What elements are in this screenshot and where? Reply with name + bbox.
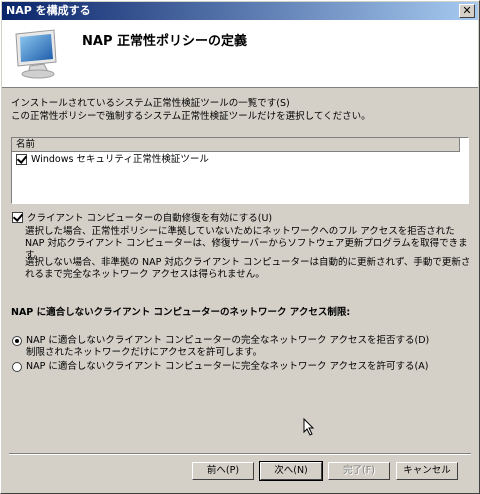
title-bar[interactable]: NAP を構成する ✕ <box>2 2 478 20</box>
page-title: NAP 正常性ポリシーの定義 <box>82 34 247 49</box>
button-separator <box>9 453 471 455</box>
dialog-window: NAP を構成する ✕ NAP 正常性ポリシーの定義 インストールされているシス… <box>0 0 480 494</box>
intro-line-1: インストールされているシステム正常性検証ツールの一覧です(S) <box>11 98 290 109</box>
deny-access-label: NAP に適合しないクライアント コンピューターの完全なネットワーク アクセスを… <box>26 335 430 346</box>
auto-remediation-option[interactable]: クライアント コンピューターの自動修復を有効にする(U) <box>12 210 272 224</box>
close-button[interactable]: ✕ <box>459 4 475 18</box>
cancel-button[interactable]: キャンセル <box>396 462 458 480</box>
allow-access-label: NAP に適合しないクライアント コンピューターに完全なネットワーク アクセスを… <box>26 361 429 372</box>
access-section-title: NAP に適合しないクライアント コンピューターのネットワーク アクセス制限: <box>11 307 351 318</box>
next-button[interactable]: 次へ(N) <box>259 461 323 481</box>
validator-list[interactable]: 名前 Windows セキュリティ正常性検証ツール <box>11 137 469 204</box>
intro-line-2: この正常性ポリシーで強制するシステム正常性検証ツールだけを選択してください。 <box>11 111 371 122</box>
monitor-icon <box>15 29 57 79</box>
column-header-name[interactable]: 名前 <box>12 138 460 152</box>
window-title: NAP を構成する <box>6 4 91 17</box>
mouse-pointer-icon <box>303 418 315 436</box>
intro-text: インストールされているシステム正常性検証ツールの一覧です(S) この正常性ポリシ… <box>11 97 471 123</box>
close-icon: ✕ <box>462 4 472 17</box>
list-item[interactable]: Windows セキュリティ正常性検証ツール <box>12 152 468 167</box>
list-item-label: Windows セキュリティ正常性検証ツール <box>31 154 209 165</box>
deny-access-sub: 制限されたネットワークだけにアクセスを許可します。 <box>26 347 263 358</box>
auto-remediation-checkbox[interactable] <box>12 211 23 223</box>
deny-access-radio[interactable] <box>12 336 22 346</box>
allow-access-option[interactable]: NAP に適合しないクライアント コンピューターに完全なネットワーク アクセスを… <box>12 361 428 373</box>
allow-access-radio[interactable] <box>12 362 22 372</box>
list-item-checkbox[interactable] <box>16 154 27 165</box>
prev-button[interactable]: 前へ(P) <box>192 462 254 480</box>
deny-access-option[interactable]: NAP に適合しないクライアント コンピューターの完全なネットワーク アクセスを… <box>12 335 429 359</box>
finish-button[interactable]: 完了(F) <box>328 462 390 480</box>
auto-remediation-desc-unselected: 選択しない場合、非準拠の NAP 対応クライアント コンピューターは自動的に更新… <box>25 257 471 280</box>
wizard-header: NAP 正常性ポリシーの定義 <box>2 20 478 88</box>
auto-remediation-label: クライアント コンピューターの自動修復を有効にする(U) <box>27 213 273 224</box>
